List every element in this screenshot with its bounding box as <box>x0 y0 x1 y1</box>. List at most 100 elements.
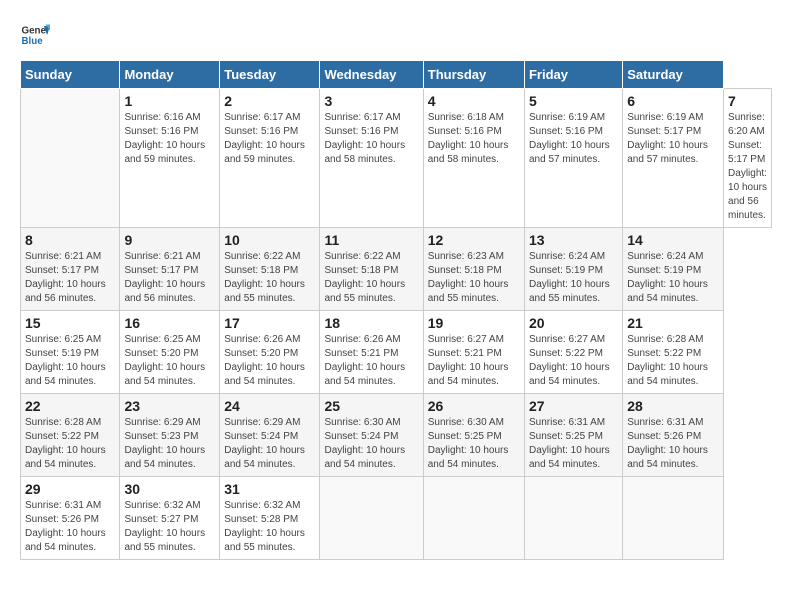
day-number: 9 <box>124 232 215 248</box>
day-cell <box>320 477 423 560</box>
day-cell: 11Sunrise: 6:22 AMSunset: 5:18 PMDayligh… <box>320 228 423 311</box>
day-cell: 1 Sunrise: 6:16 AMSunset: 5:16 PMDaylight… <box>120 89 220 228</box>
day-cell: 12 Sunrise: 6:23 AMSunset: 5:18 PMDayligh… <box>423 228 524 311</box>
day-info: Sunrise: 6:17 AMSunset: 5:16 PMDaylight:… <box>324 111 418 167</box>
day-info: Sunrise: 6:24 AMSunset: 5:19 PMDaylight:… <box>529 250 618 306</box>
day-info: Sunrise: 6:26 AMSunset: 5:20 PMDaylight:… <box>224 333 315 389</box>
logo-icon: General Blue <box>20 20 50 50</box>
day-number: 30 <box>124 481 215 497</box>
day-cell: 29 Sunrise: 6:31 AMSunset: 5:26 PMDayligh… <box>21 477 120 560</box>
day-cell: 13 Sunrise: 6:24 AMSunset: 5:19 PMDayligh… <box>524 228 622 311</box>
day-number: 3 <box>324 93 418 109</box>
day-cell: 26 Sunrise: 6:30 AMSunset: 5:25 PMDayligh… <box>423 394 524 477</box>
day-cell: 7 Sunrise: 6:20 AMSunset: 5:17 PMDaylight… <box>724 89 772 228</box>
day-cell: 19Sunrise: 6:27 AMSunset: 5:21 PMDayligh… <box>423 311 524 394</box>
day-number: 13 <box>529 232 618 248</box>
day-cell: 2Sunrise: 6:17 AMSunset: 5:16 PMDaylight… <box>220 89 320 228</box>
day-number: 12 <box>428 232 520 248</box>
day-number: 5 <box>529 93 618 109</box>
day-number: 18 <box>324 315 418 331</box>
day-number: 24 <box>224 398 315 414</box>
day-cell: 31 Sunrise: 6:32 AMSunset: 5:28 PMDayligh… <box>220 477 320 560</box>
day-info: Sunrise: 6:31 AMSunset: 5:26 PMDaylight:… <box>25 499 115 555</box>
col-header-sunday: Sunday <box>21 61 120 89</box>
week-row-3: 15 Sunrise: 6:25 AMSunset: 5:19 PMDayligh… <box>21 311 772 394</box>
svg-text:Blue: Blue <box>22 36 44 47</box>
day-cell: 16 Sunrise: 6:25 AMSunset: 5:20 PMDayligh… <box>120 311 220 394</box>
day-cell: 24 Sunrise: 6:29 AMSunset: 5:24 PMDayligh… <box>220 394 320 477</box>
col-header-saturday: Saturday <box>623 61 724 89</box>
day-number: 4 <box>428 93 520 109</box>
week-row-2: 8 Sunrise: 6:21 AMSunset: 5:17 PMDaylight… <box>21 228 772 311</box>
day-number: 7 <box>728 93 767 109</box>
logo: General Blue <box>20 20 50 50</box>
day-cell: 3 Sunrise: 6:17 AMSunset: 5:16 PMDaylight… <box>320 89 423 228</box>
day-cell: 5Sunrise: 6:19 AMSunset: 5:16 PMDaylight… <box>524 89 622 228</box>
day-info: Sunrise: 6:26 AMSunset: 5:21 PMDaylight:… <box>324 333 418 389</box>
day-info: Sunrise: 6:28 AMSunset: 5:22 PMDaylight:… <box>627 333 719 389</box>
day-number: 15 <box>25 315 115 331</box>
header: General Blue <box>20 20 772 50</box>
day-cell <box>623 477 724 560</box>
day-cell: 17 Sunrise: 6:26 AMSunset: 5:20 PMDayligh… <box>220 311 320 394</box>
week-row-1: 1 Sunrise: 6:16 AMSunset: 5:16 PMDaylight… <box>21 89 772 228</box>
day-cell: 20Sunrise: 6:27 AMSunset: 5:22 PMDayligh… <box>524 311 622 394</box>
day-number: 6 <box>627 93 719 109</box>
col-header-monday: Monday <box>120 61 220 89</box>
calendar-table: SundayMondayTuesdayWednesdayThursdayFrid… <box>20 60 772 560</box>
day-cell: 18 Sunrise: 6:26 AMSunset: 5:21 PMDayligh… <box>320 311 423 394</box>
day-cell: 6Sunrise: 6:19 AMSunset: 5:17 PMDaylight… <box>623 89 724 228</box>
day-info: Sunrise: 6:18 AMSunset: 5:16 PMDaylight:… <box>428 111 520 167</box>
day-cell: 27 Sunrise: 6:31 AMSunset: 5:25 PMDayligh… <box>524 394 622 477</box>
day-number: 17 <box>224 315 315 331</box>
day-cell: 14Sunrise: 6:24 AMSunset: 5:19 PMDayligh… <box>623 228 724 311</box>
week-row-4: 22 Sunrise: 6:28 AMSunset: 5:22 PMDayligh… <box>21 394 772 477</box>
day-cell: 9 Sunrise: 6:21 AMSunset: 5:17 PMDaylight… <box>120 228 220 311</box>
day-info: Sunrise: 6:30 AMSunset: 5:25 PMDaylight:… <box>428 416 520 472</box>
header-row: SundayMondayTuesdayWednesdayThursdayFrid… <box>21 61 772 89</box>
col-header-thursday: Thursday <box>423 61 524 89</box>
day-info: Sunrise: 6:32 AMSunset: 5:28 PMDaylight:… <box>224 499 315 555</box>
day-info: Sunrise: 6:27 AMSunset: 5:22 PMDaylight:… <box>529 333 618 389</box>
day-info: Sunrise: 6:27 AMSunset: 5:21 PMDaylight:… <box>428 333 520 389</box>
day-number: 31 <box>224 481 315 497</box>
col-header-friday: Friday <box>524 61 622 89</box>
day-cell: 22 Sunrise: 6:28 AMSunset: 5:22 PMDayligh… <box>21 394 120 477</box>
week-row-5: 29 Sunrise: 6:31 AMSunset: 5:26 PMDayligh… <box>21 477 772 560</box>
day-info: Sunrise: 6:31 AMSunset: 5:25 PMDaylight:… <box>529 416 618 472</box>
day-info: Sunrise: 6:29 AMSunset: 5:24 PMDaylight:… <box>224 416 315 472</box>
day-info: Sunrise: 6:28 AMSunset: 5:22 PMDaylight:… <box>25 416 115 472</box>
day-info: Sunrise: 6:23 AMSunset: 5:18 PMDaylight:… <box>428 250 520 306</box>
day-cell <box>21 89 120 228</box>
col-header-tuesday: Tuesday <box>220 61 320 89</box>
day-number: 8 <box>25 232 115 248</box>
day-cell: 23 Sunrise: 6:29 AMSunset: 5:23 PMDayligh… <box>120 394 220 477</box>
day-info: Sunrise: 6:22 AMSunset: 5:18 PMDaylight:… <box>324 250 418 306</box>
day-cell <box>423 477 524 560</box>
day-number: 16 <box>124 315 215 331</box>
day-info: Sunrise: 6:31 AMSunset: 5:26 PMDaylight:… <box>627 416 719 472</box>
day-number: 1 <box>124 93 215 109</box>
day-number: 22 <box>25 398 115 414</box>
day-cell: 25Sunrise: 6:30 AMSunset: 5:24 PMDayligh… <box>320 394 423 477</box>
day-number: 21 <box>627 315 719 331</box>
day-info: Sunrise: 6:17 AMSunset: 5:16 PMDaylight:… <box>224 111 315 167</box>
day-cell: 4 Sunrise: 6:18 AMSunset: 5:16 PMDaylight… <box>423 89 524 228</box>
day-info: Sunrise: 6:29 AMSunset: 5:23 PMDaylight:… <box>124 416 215 472</box>
day-info: Sunrise: 6:25 AMSunset: 5:20 PMDaylight:… <box>124 333 215 389</box>
day-number: 28 <box>627 398 719 414</box>
day-number: 26 <box>428 398 520 414</box>
day-info: Sunrise: 6:16 AMSunset: 5:16 PMDaylight:… <box>124 111 215 167</box>
day-info: Sunrise: 6:21 AMSunset: 5:17 PMDaylight:… <box>124 250 215 306</box>
day-number: 27 <box>529 398 618 414</box>
day-info: Sunrise: 6:24 AMSunset: 5:19 PMDaylight:… <box>627 250 719 306</box>
day-cell: 15 Sunrise: 6:25 AMSunset: 5:19 PMDayligh… <box>21 311 120 394</box>
day-cell: 8Sunrise: 6:21 AMSunset: 5:17 PMDaylight… <box>21 228 120 311</box>
day-info: Sunrise: 6:25 AMSunset: 5:19 PMDaylight:… <box>25 333 115 389</box>
day-cell: 30Sunrise: 6:32 AMSunset: 5:27 PMDayligh… <box>120 477 220 560</box>
day-info: Sunrise: 6:20 AMSunset: 5:17 PMDaylight:… <box>728 111 767 223</box>
day-cell <box>524 477 622 560</box>
day-number: 29 <box>25 481 115 497</box>
day-info: Sunrise: 6:22 AMSunset: 5:18 PMDaylight:… <box>224 250 315 306</box>
day-number: 23 <box>124 398 215 414</box>
